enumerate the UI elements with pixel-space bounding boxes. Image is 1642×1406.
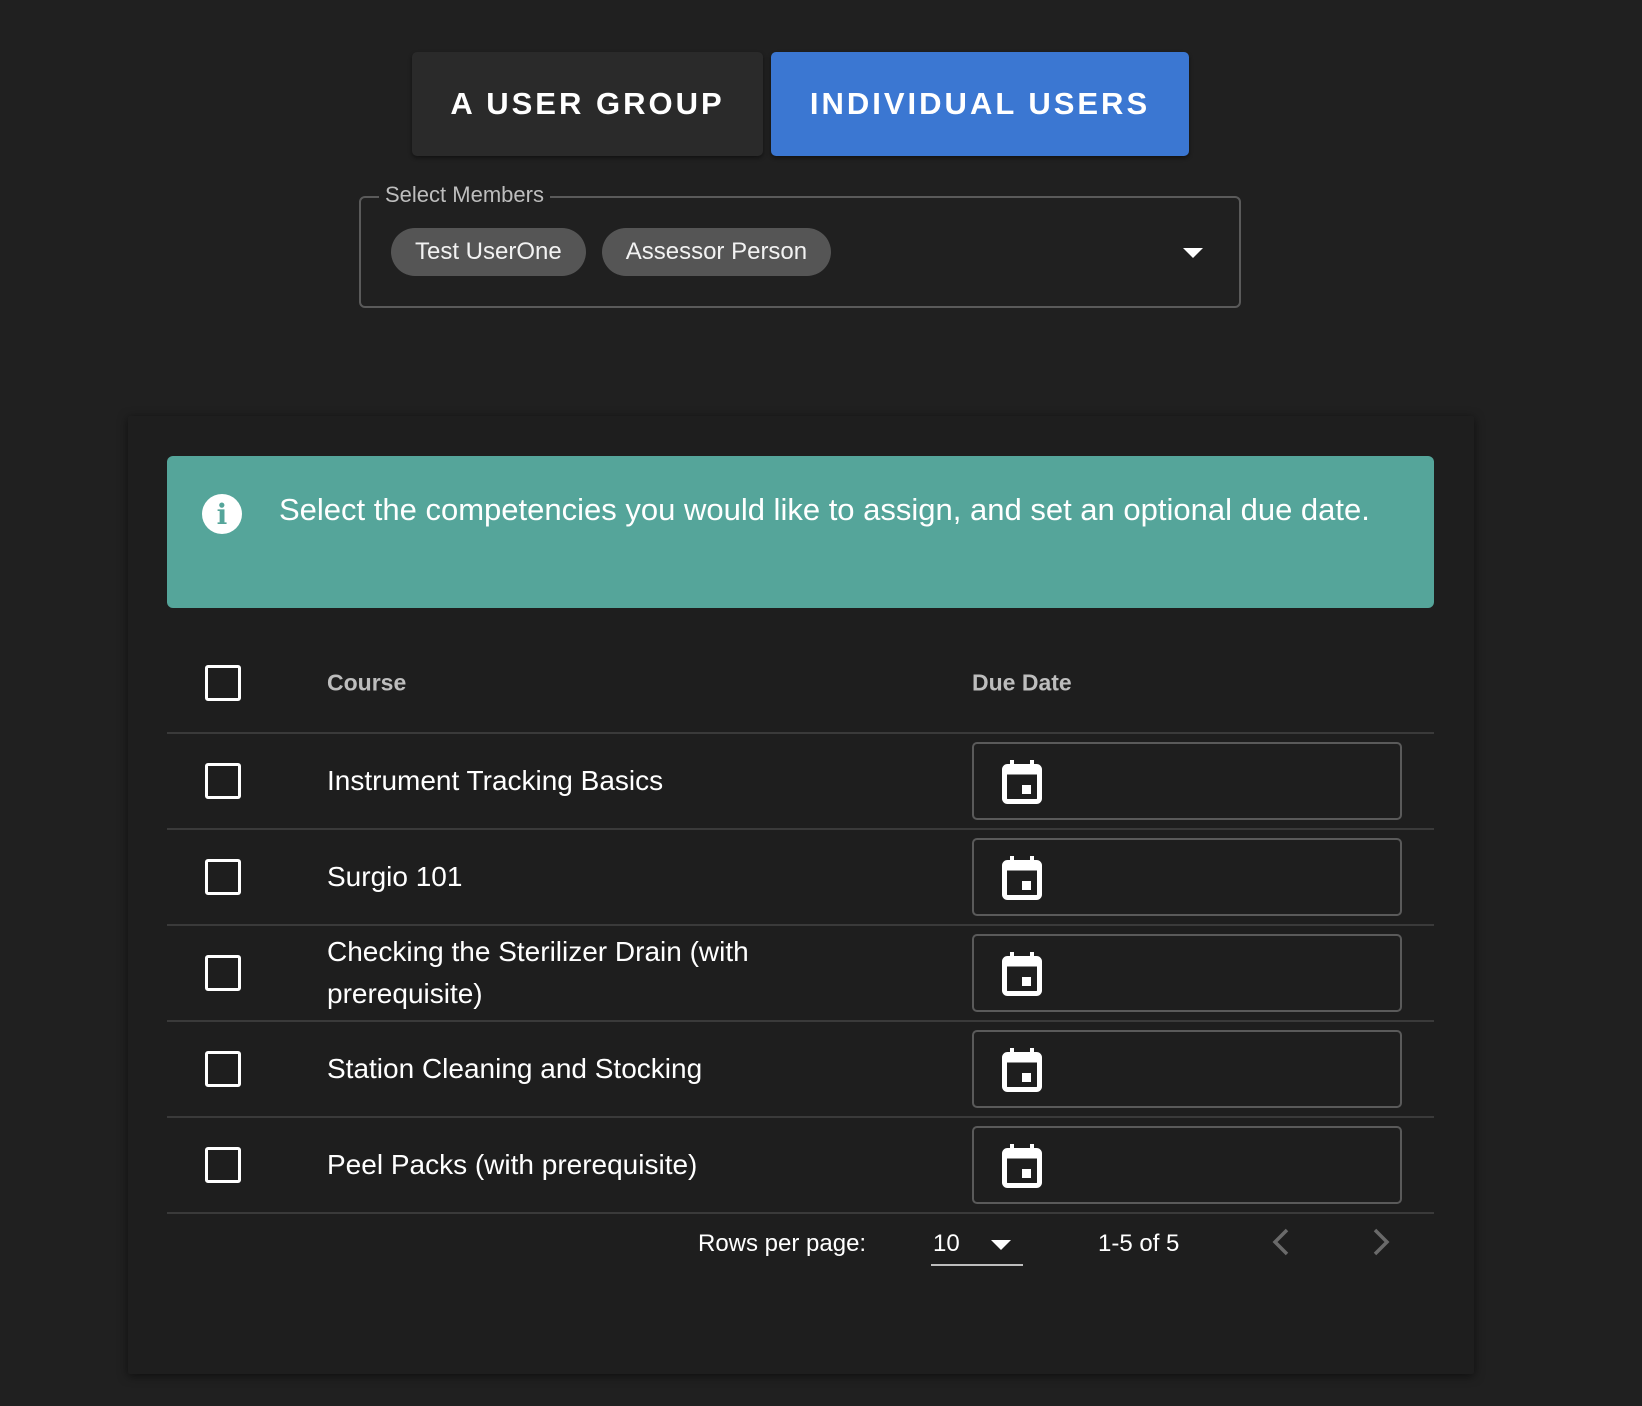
info-icon: i: [202, 494, 242, 534]
member-chips: Test UserOne Assessor Person: [391, 228, 832, 276]
table-row: Peel Packs (with prerequisite): [167, 1118, 1434, 1214]
member-chip[interactable]: Assessor Person: [601, 228, 832, 276]
row-checkbox[interactable]: [205, 859, 241, 895]
calendar-icon[interactable]: [1002, 856, 1042, 900]
calendar-icon[interactable]: [1002, 952, 1042, 996]
rows-per-page-value: 10: [933, 1230, 960, 1257]
column-header-due-date[interactable]: Due Date: [972, 670, 1072, 697]
next-page-button[interactable]: [1361, 1222, 1401, 1262]
table-row: Checking the Sterilizer Drain (with prer…: [167, 926, 1434, 1022]
course-name: Surgio 101: [327, 861, 463, 892]
row-checkbox[interactable]: [205, 1147, 241, 1183]
row-checkbox[interactable]: [205, 1051, 241, 1087]
info-banner: i Select the competencies you would like…: [167, 456, 1434, 608]
table-row: Station Cleaning and Stocking: [167, 1022, 1434, 1118]
individual-users-button[interactable]: INDIVIDUAL USERS: [771, 52, 1189, 156]
previous-page-button[interactable]: [1261, 1222, 1301, 1262]
table-row: Surgio 101: [167, 830, 1434, 926]
pagination-range: 1-5 of 5: [1098, 1230, 1180, 1257]
course-name: Checking the Sterilizer Drain (with prer…: [327, 936, 749, 1009]
calendar-icon[interactable]: [1002, 760, 1042, 804]
calendar-icon[interactable]: [1002, 1144, 1042, 1188]
select-members-field[interactable]: Select Members Test UserOne Assessor Per…: [359, 182, 1241, 308]
course-name: Station Cleaning and Stocking: [327, 1053, 703, 1084]
competencies-table: Course Due Date Instrument Tracking Basi…: [167, 634, 1434, 1214]
select-members-label: Select Members: [379, 182, 550, 208]
user-group-button[interactable]: A USER GROUP: [412, 52, 763, 156]
caret-down-icon: [991, 1240, 1011, 1250]
chevron-left-icon: [1272, 1228, 1289, 1256]
rows-per-page-select[interactable]: 10: [931, 1216, 1023, 1266]
calendar-icon[interactable]: [1002, 1048, 1042, 1092]
row-checkbox[interactable]: [205, 955, 241, 991]
course-name: Instrument Tracking Basics: [327, 765, 664, 796]
table-row: Instrument Tracking Basics: [167, 734, 1434, 830]
due-date-input[interactable]: [972, 742, 1402, 820]
member-chip[interactable]: Test UserOne: [391, 228, 586, 276]
rows-per-page-label: Rows per page:: [698, 1230, 867, 1257]
table-header: Course Due Date: [167, 634, 1434, 734]
caret-down-icon[interactable]: [1183, 248, 1203, 258]
select-all-checkbox[interactable]: [205, 665, 241, 701]
due-date-input[interactable]: [972, 1030, 1402, 1108]
assign-to-toggle: A USER GROUP INDIVIDUAL USERS: [412, 52, 1189, 156]
due-date-input[interactable]: [972, 838, 1402, 916]
competencies-card: i Select the competencies you would like…: [128, 416, 1474, 1374]
due-date-input[interactable]: [972, 934, 1402, 1012]
table-pagination: Rows per page: 10 1-5 of 5: [128, 1208, 1474, 1278]
course-name: Peel Packs (with prerequisite): [327, 1149, 698, 1180]
due-date-input[interactable]: [972, 1126, 1402, 1204]
info-message: Select the competencies you would like t…: [279, 492, 1370, 527]
column-header-course[interactable]: Course: [327, 670, 406, 697]
chevron-right-icon: [1373, 1228, 1390, 1256]
row-checkbox[interactable]: [205, 763, 241, 799]
